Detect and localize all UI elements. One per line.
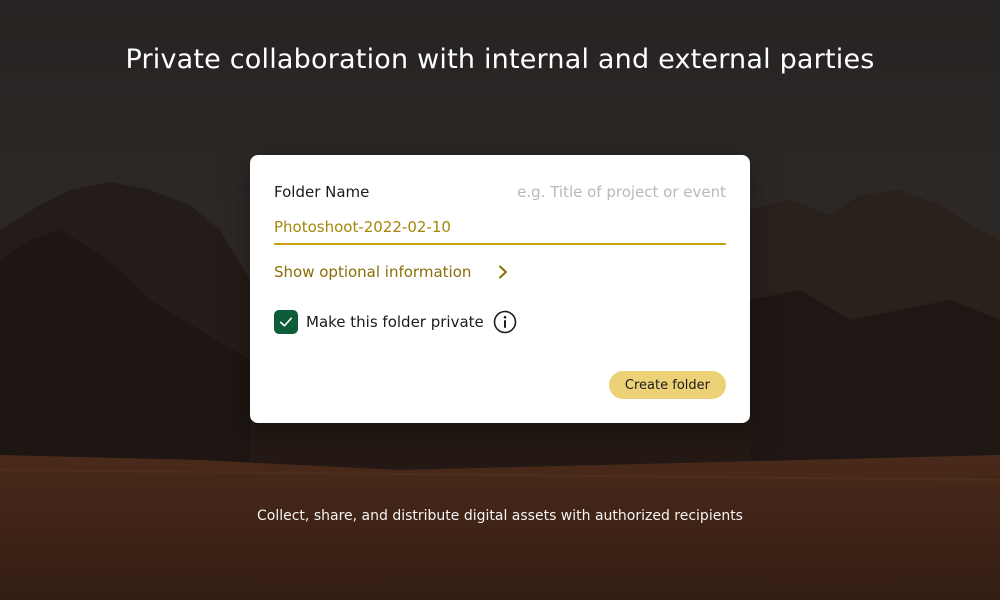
info-icon[interactable]: [493, 310, 517, 334]
chevron-right-icon: [497, 265, 509, 279]
optional-information-label: Show optional information: [274, 263, 472, 281]
private-folder-checkbox[interactable]: [274, 310, 298, 334]
page-background-scene: Private collaboration with internal and …: [0, 0, 1000, 600]
create-folder-button[interactable]: Create folder: [608, 371, 726, 399]
page-headline: Private collaboration with internal and …: [125, 44, 875, 75]
show-optional-information-link[interactable]: Show optional information: [274, 263, 509, 281]
private-folder-label: Make this folder private: [306, 313, 484, 331]
private-folder-row: Make this folder private: [274, 310, 517, 334]
checkmark-icon: [279, 317, 293, 327]
create-folder-card: Folder Name e.g. Title of project or eve…: [250, 155, 750, 423]
folder-name-placeholder-hint: e.g. Title of project or event: [517, 183, 726, 201]
page-subtitle: Collect, share, and distribute digital a…: [257, 508, 743, 524]
folder-name-label: Folder Name: [274, 183, 370, 201]
folder-name-input[interactable]: [274, 211, 726, 245]
